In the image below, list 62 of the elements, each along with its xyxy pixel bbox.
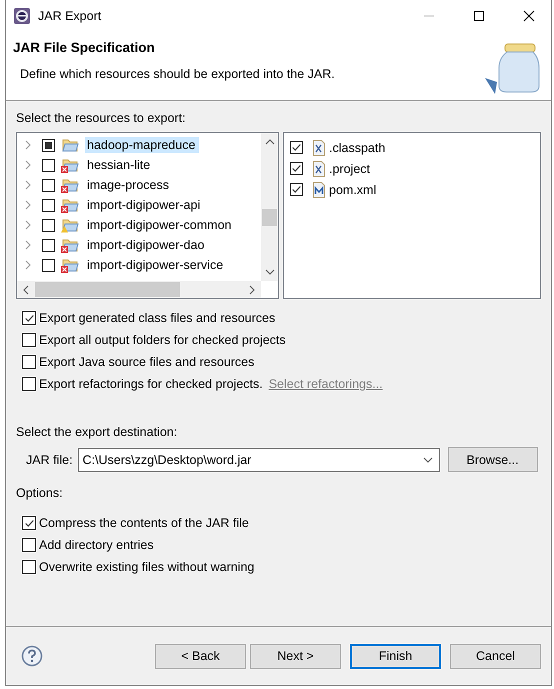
dropdown-caret-icon[interactable]: [422, 456, 433, 462]
tree-item[interactable]: import-digipower-dao: [85, 237, 208, 253]
checkbox[interactable]: [42, 258, 55, 272]
checkbox[interactable]: [290, 183, 303, 196]
horizontal-scrollbar[interactable]: [17, 281, 261, 298]
checkbox[interactable]: [22, 538, 36, 552]
dialog-button[interactable]: Cancel: [450, 644, 541, 668]
dialog-button[interactable]: Finish: [350, 644, 441, 668]
page-description: Define which resources should be exported into the JAR.: [19, 67, 336, 81]
maximize-icon[interactable]: [473, 10, 485, 22]
scroll-down-icon[interactable]: [264, 269, 274, 275]
tree-item[interactable]: image-process: [85, 177, 173, 193]
checkbox[interactable]: [22, 377, 36, 391]
checkbox-label[interactable]: Export refactorings for checked projects.: [39, 377, 263, 391]
page-title: JAR File Specification: [13, 40, 156, 55]
file-name[interactable]: .project: [329, 162, 370, 176]
xml-file-icon: [313, 160, 325, 176]
checkbox[interactable]: [42, 138, 55, 152]
checkbox[interactable]: [42, 238, 55, 252]
checkbox[interactable]: [22, 560, 36, 574]
checkbox[interactable]: [22, 311, 36, 325]
checkbox-label[interactable]: Compress the contents of the JAR file: [39, 516, 249, 530]
checkbox[interactable]: [22, 355, 36, 369]
tree-item[interactable]: import-digipower-service: [85, 257, 228, 273]
jar-file-field[interactable]: C:\Users\zzg\Desktop\word.jar: [78, 448, 440, 472]
scroll-thumb[interactable]: [262, 209, 277, 226]
browse-button[interactable]: Browse...: [448, 447, 538, 472]
dialog-button[interactable]: < Back: [155, 644, 246, 668]
help-icon[interactable]: [21, 645, 43, 667]
checkbox[interactable]: [42, 178, 55, 192]
checkbox[interactable]: [42, 218, 55, 232]
file-name[interactable]: pom.xml: [329, 182, 376, 196]
close-icon[interactable]: [523, 10, 535, 22]
section-label: Select the export destination:: [16, 425, 178, 439]
checkbox-label[interactable]: Export all output folders for checked projects: [39, 333, 286, 347]
checkbox[interactable]: [290, 162, 303, 175]
checkbox[interactable]: [22, 516, 36, 530]
xml-file-icon: [313, 140, 325, 156]
scroll-thumb[interactable]: [35, 282, 180, 297]
scroll-left-icon[interactable]: [23, 284, 29, 294]
checkbox-label[interactable]: Export Java source files and resources: [39, 355, 254, 369]
tree-item[interactable]: import-digipower-common: [85, 217, 236, 233]
checkbox-label[interactable]: Add directory entries: [39, 538, 154, 552]
scroll-right-icon[interactable]: [249, 284, 255, 294]
scroll-up-icon[interactable]: [264, 139, 274, 145]
checkbox[interactable]: [42, 158, 55, 172]
tree-item[interactable]: import-digipower-api: [85, 197, 204, 213]
checkbox[interactable]: [22, 333, 36, 347]
window-title: JAR Export: [38, 9, 102, 23]
checkbox-label[interactable]: Overwrite existing files without warning: [39, 560, 254, 574]
checkbox[interactable]: [42, 198, 55, 212]
file-name[interactable]: .classpath: [329, 140, 386, 154]
checkbox-label[interactable]: Export generated class files and resources: [39, 311, 276, 325]
tree-item[interactable]: hadoop-mapreduce: [85, 137, 200, 153]
dialog-button[interactable]: Next >: [250, 644, 341, 668]
tree-item[interactable]: hessian-lite: [85, 157, 154, 173]
checkbox[interactable]: [290, 141, 303, 154]
field-label: JAR file:: [26, 452, 73, 466]
section-label: Options:: [16, 486, 64, 500]
vertical-scrollbar[interactable]: [261, 133, 278, 281]
section-label: Select the resources to export:: [16, 111, 187, 125]
maven-file-icon: [313, 182, 325, 198]
